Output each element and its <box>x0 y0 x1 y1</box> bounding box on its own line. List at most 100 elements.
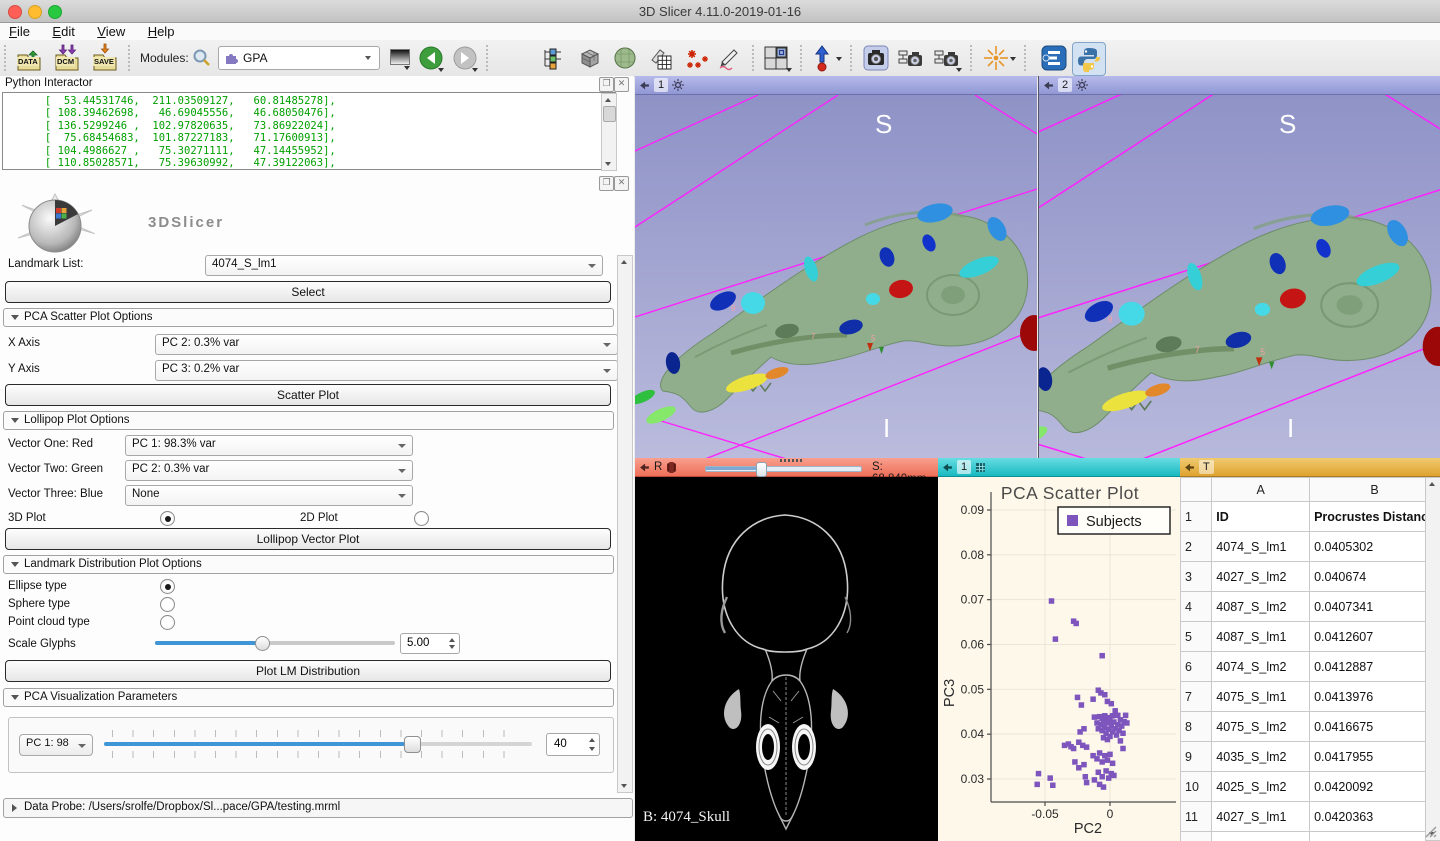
layout-dropdown-icon[interactable] <box>786 68 792 72</box>
table-cell[interactable]: 4087_S_lm1 <box>1212 622 1310 652</box>
pca-scatter-options-header[interactable]: PCA Scatter Plot Options <box>3 308 614 327</box>
volumes-module-icon[interactable] <box>576 45 602 71</box>
annotations-module-icon[interactable] <box>716 46 742 72</box>
toolbar-grip[interactable] <box>970 45 974 71</box>
history-dropdown-icon[interactable] <box>404 66 410 70</box>
table-cell[interactable]: 0.0417955 <box>1310 742 1440 772</box>
table-cell[interactable]: 4 <box>1181 592 1212 622</box>
table-cell[interactable]: 1 <box>1181 502 1212 532</box>
table-cell[interactable]: 0.0407341 <box>1310 592 1440 622</box>
scroll-up-icon[interactable] <box>1429 482 1435 486</box>
pca-viz-spinbox[interactable]: 40 <box>546 733 600 756</box>
toolbar-grip[interactable] <box>128 45 132 71</box>
view-options-icon[interactable] <box>672 79 684 91</box>
module-history-icon[interactable] <box>390 49 410 65</box>
pin-icon[interactable] <box>1043 80 1054 91</box>
threed-view-2-header[interactable]: 2 <box>1039 76 1440 95</box>
ellipse-type-radio[interactable] <box>160 579 175 594</box>
table-view-header[interactable]: T <box>1180 458 1440 477</box>
slider-handle[interactable] <box>404 736 421 753</box>
spin-down-icon[interactable] <box>589 747 595 751</box>
table-cell[interactable]: 11 <box>1181 802 1212 832</box>
back-dropdown-icon[interactable] <box>438 68 444 72</box>
models-module-icon[interactable] <box>612 45 638 71</box>
plot-2d-radio[interactable] <box>414 511 429 526</box>
forward-dropdown-icon[interactable] <box>472 68 478 72</box>
table-cell[interactable]: 4075_S_lm2 <box>1212 712 1310 742</box>
x-axis-combo[interactable]: PC 2: 0.3% var <box>155 334 618 355</box>
table-cell[interactable]: ID <box>1212 502 1310 532</box>
module-search-icon[interactable] <box>192 48 212 68</box>
menu-help[interactable]: Help <box>148 24 175 39</box>
menu-edit[interactable]: Edit <box>52 24 74 39</box>
table-cell[interactable]: Procrustes Distance <box>1310 502 1440 532</box>
toolbar-grip[interactable] <box>752 45 756 71</box>
table-cell[interactable]: 4025_S_lm2 <box>1212 772 1310 802</box>
table-column-b[interactable]: B <box>1310 478 1440 502</box>
spin-down-icon[interactable] <box>449 645 455 649</box>
python-console[interactable]: [ 53.44531746, 211.03509127, 60.81485278… <box>2 92 616 170</box>
mouse-mode-icon[interactable] <box>810 44 834 72</box>
screenshot-icon[interactable] <box>862 44 890 72</box>
table-cell[interactable]: 12 <box>1181 832 1212 841</box>
vector-three-combo[interactable]: None <box>125 485 413 506</box>
table-cell[interactable]: 5 <box>1181 622 1212 652</box>
plot-lm-distribution-button[interactable]: Plot LM Distribution <box>5 660 611 682</box>
python-console-button[interactable] <box>1072 42 1106 76</box>
save-button[interactable]: SAVE <box>90 43 120 73</box>
table-cell[interactable]: 0.0420092 <box>1310 772 1440 802</box>
table-cell[interactable]: 4149_S_lm2 <box>1212 832 1310 841</box>
table-cell[interactable]: 0.0412887 <box>1310 652 1440 682</box>
pca-viz-slider[interactable] <box>104 730 532 758</box>
table-row[interactable]: 104025_S_lm20.0420092 <box>1181 772 1440 802</box>
panel-scrollbar[interactable] <box>617 255 633 793</box>
scroll-down-icon[interactable] <box>605 162 611 166</box>
toolbar-grip[interactable] <box>800 45 804 71</box>
close-console-button[interactable]: ✕ <box>614 77 629 92</box>
close-panel-button[interactable]: ✕ <box>614 176 629 191</box>
crosshair-dropdown-icon[interactable] <box>1010 57 1016 61</box>
scatter-plot-button[interactable]: Scatter Plot <box>5 384 611 406</box>
pca-visualization-header[interactable]: PCA Visualization Parameters <box>3 688 614 707</box>
slider-handle[interactable] <box>255 636 270 651</box>
splitter-grip[interactable] <box>780 459 804 462</box>
vector-one-combo[interactable]: PC 1: 98.3% var <box>125 435 413 456</box>
crosshair-icon[interactable] <box>982 44 1010 72</box>
table-cell[interactable]: 4027_S_lm1 <box>1212 802 1310 832</box>
table-cell[interactable]: 2 <box>1181 532 1212 562</box>
vector-two-combo[interactable]: PC 2: 0.3% var <box>125 460 413 481</box>
table-cell[interactable]: 4074_S_lm2 <box>1212 652 1310 682</box>
pc-selector-combo[interactable]: PC 1: 98 <box>19 734 93 756</box>
slider-handle[interactable] <box>756 462 767 477</box>
title-bar[interactable]: 3D Slicer 4.11.0-2019-01-16 <box>0 0 1440 23</box>
lollipop-vector-plot-button[interactable]: Lollipop Vector Plot <box>5 528 611 550</box>
landmark-distribution-header[interactable]: Landmark Distribution Plot Options <box>3 555 614 574</box>
table-row[interactable]: 1IDProcrustes Distance <box>1181 502 1440 532</box>
threed-view-1-header[interactable]: 1 <box>635 76 1037 95</box>
table-scrollbar[interactable] <box>1425 477 1440 841</box>
menu-view[interactable]: View <box>97 24 125 39</box>
toolbar-grip[interactable] <box>1024 45 1028 71</box>
table-cell[interactable]: 0.0405302 <box>1310 532 1440 562</box>
scale-glyphs-slider[interactable] <box>155 636 395 650</box>
data-probe-header[interactable]: Data Probe: /Users/srolfe/Dropbox/Sl...p… <box>3 798 633 818</box>
toolbar-grip[interactable] <box>486 45 490 71</box>
table-row[interactable]: 74075_S_lm10.0413976 <box>1181 682 1440 712</box>
pin-icon[interactable] <box>639 462 650 473</box>
scroll-up-icon[interactable] <box>621 260 627 264</box>
threed-viewport-1[interactable]: 5 9 7 S I <box>635 95 1037 458</box>
table-cell[interactable]: 4087_S_lm2 <box>1212 592 1310 622</box>
sceneview-capture-icon[interactable] <box>896 45 926 71</box>
scale-glyphs-spinbox[interactable]: 5.00 <box>400 633 460 654</box>
pin-icon[interactable] <box>942 462 953 473</box>
table-cell[interactable]: 10 <box>1181 772 1212 802</box>
table-row[interactable]: 44087_S_lm20.0407341 <box>1181 592 1440 622</box>
sceneview-dropdown-icon[interactable] <box>956 68 962 72</box>
plot-viewport[interactable]: 0.090.080.070.060.050.040.03-0.050 PCA S… <box>938 477 1180 841</box>
plot-view-header[interactable]: 1 <box>938 458 1180 477</box>
table-cell[interactable]: 0.0412607 <box>1310 622 1440 652</box>
subject-hierarchy-icon[interactable] <box>540 46 564 70</box>
red-slice-viewport[interactable]: B: 4074_Skull <box>635 477 938 841</box>
menu-file[interactable]: File <box>9 24 30 39</box>
table-corner-cell[interactable] <box>1181 478 1212 502</box>
